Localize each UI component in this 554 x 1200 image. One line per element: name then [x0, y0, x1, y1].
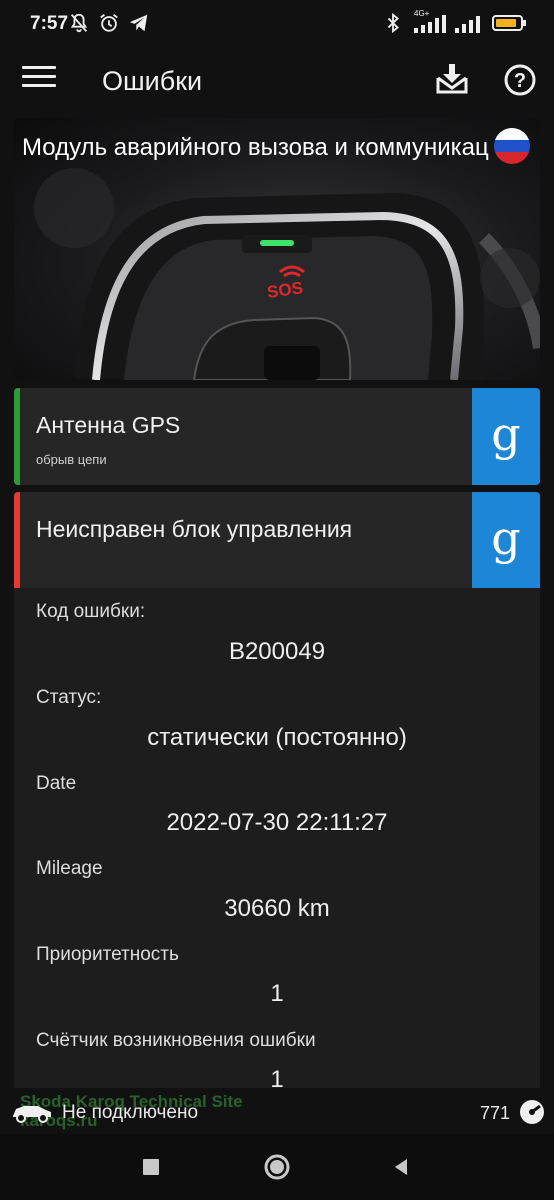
counter-value: 771 — [479, 1103, 510, 1123]
status-time: 7:57 — [30, 13, 69, 34]
detail-label: Приоритетность — [36, 944, 179, 965]
error-title: Антенна GPS — [36, 412, 181, 438]
detail-value: B200049 — [228, 638, 326, 665]
google-icon: g — [491, 510, 521, 565]
back-button[interactable] — [384, 1150, 418, 1184]
detail-value: 1 — [270, 980, 284, 1007]
system-nav-bar — [0, 1134, 554, 1200]
module-title: Модуль аварийного вызова и коммуникац — [22, 134, 489, 161]
google-search-button[interactable]: g — [472, 492, 540, 589]
car-icon[interactable] — [10, 1098, 54, 1124]
error-card-control-unit[interactable]: Неисправен блок управления g — [14, 492, 540, 589]
signal-icon: 4G+ — [412, 9, 446, 34]
speedometer-icon[interactable] — [518, 1098, 546, 1126]
help-icon: ? — [504, 64, 536, 96]
detail-label: Date — [36, 773, 77, 794]
menu-button[interactable] — [22, 66, 56, 94]
connection-status: Не подключено — [62, 1102, 199, 1123]
svg-text:?: ? — [514, 70, 526, 92]
russia-flag-icon[interactable] — [494, 128, 530, 164]
menu-icon-line — [22, 84, 56, 87]
error-subtitle: обрыв цепи — [36, 452, 107, 467]
error-details: Код ошибки: B200049 Статус: статически (… — [14, 588, 540, 1093]
status-bar: 7:57 4G+ — [0, 0, 554, 48]
detail-value: статически (постоянно) — [147, 724, 407, 751]
detail-label: Счётчик возникновения ошибки — [36, 1030, 316, 1051]
error-card-gps[interactable]: Антенна GPS обрыв цепи g — [14, 388, 540, 485]
error-title: Неисправен блок управления — [36, 516, 353, 542]
bell-off-icon — [70, 13, 88, 33]
circle-icon — [264, 1154, 290, 1180]
status-stripe — [14, 388, 20, 485]
connection-bar: Skoda Karoq Technical Site karoqs.ru Не … — [0, 1088, 554, 1134]
google-icon: g — [491, 406, 521, 461]
signal-icon — [455, 16, 480, 33]
status-stripe — [14, 492, 20, 589]
page-title: Ошибки — [102, 66, 203, 96]
telegram-icon — [129, 14, 148, 32]
module-banner: SOS Модуль аварийного вызова и коммуника… — [14, 118, 540, 380]
google-search-button[interactable]: g — [472, 388, 540, 485]
home-button[interactable] — [260, 1150, 294, 1184]
app-bar: Ошибки ? — [0, 48, 554, 116]
menu-icon-line — [22, 75, 56, 78]
menu-icon-line — [22, 66, 56, 69]
download-button[interactable] — [430, 58, 474, 102]
back-triangle-icon — [395, 1159, 407, 1175]
detail-label: Код ошибки: — [36, 601, 146, 622]
detail-label: Статус: — [36, 687, 102, 708]
download-icon — [436, 64, 468, 94]
bluetooth-icon — [387, 12, 399, 34]
detail-label: Mileage — [36, 858, 103, 879]
help-button[interactable]: ? — [498, 58, 542, 102]
square-icon — [143, 1159, 159, 1175]
recents-button[interactable] — [134, 1150, 168, 1184]
detail-value: 2022-07-30 22:11:27 — [166, 809, 388, 836]
detail-value: 30660 km — [224, 895, 330, 922]
battery-icon — [492, 15, 526, 31]
alarm-icon — [100, 14, 118, 32]
